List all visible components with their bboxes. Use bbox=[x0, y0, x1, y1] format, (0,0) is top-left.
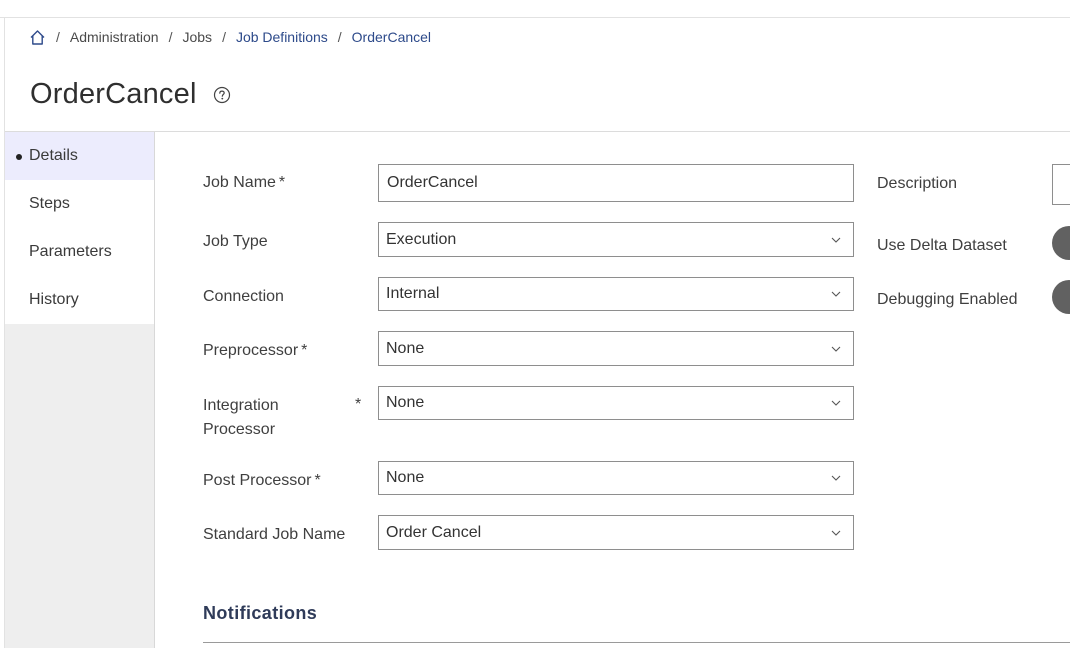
use-delta-dataset-label: Use Delta Dataset bbox=[877, 237, 1007, 254]
standard-job-name-select[interactable]: Order Cancel bbox=[378, 515, 854, 550]
sidebar-item-parameters[interactable]: Parameters bbox=[5, 228, 154, 276]
sidebar-item-history[interactable]: History bbox=[5, 276, 154, 324]
breadcrumb: / Administration / Jobs / Job Definition… bbox=[29, 27, 431, 47]
sidebar-item-steps[interactable]: Steps bbox=[5, 180, 154, 228]
chevron-down-icon bbox=[831, 291, 841, 297]
notifications-heading: Notifications bbox=[203, 603, 318, 623]
breadcrumb-job-definitions[interactable]: Job Definitions bbox=[236, 29, 328, 45]
chevron-down-icon bbox=[831, 530, 841, 536]
integration-processor-label-line2: Processor bbox=[203, 421, 276, 438]
breadcrumb-administration[interactable]: Administration bbox=[70, 29, 159, 45]
job-name-label: Job Name * bbox=[203, 174, 285, 192]
description-field[interactable] bbox=[1052, 164, 1070, 205]
header-divider bbox=[5, 131, 1070, 132]
chevron-down-icon bbox=[831, 475, 841, 481]
post-processor-label: Post Processor * bbox=[203, 472, 321, 490]
description-label: Description bbox=[877, 175, 958, 192]
required-marker: * bbox=[278, 174, 286, 191]
sidebar-item-details[interactable]: Details bbox=[5, 132, 154, 180]
sidebar: Details Steps Parameters History bbox=[5, 132, 155, 648]
connection-select[interactable]: Internal bbox=[378, 277, 854, 311]
post-processor-value: None bbox=[386, 469, 425, 486]
chevron-down-icon bbox=[831, 346, 841, 352]
chevron-down-icon bbox=[831, 400, 841, 406]
debugging-enabled-toggle[interactable] bbox=[1052, 280, 1070, 314]
breadcrumb-jobs[interactable]: Jobs bbox=[182, 29, 212, 45]
breadcrumb-separator: / bbox=[56, 29, 60, 45]
breadcrumb-separator: / bbox=[222, 29, 226, 45]
job-type-value: Execution bbox=[386, 230, 457, 248]
required-marker: * bbox=[314, 472, 321, 489]
use-delta-dataset-toggle[interactable] bbox=[1052, 226, 1070, 260]
required-marker: * bbox=[301, 342, 308, 359]
help-icon[interactable] bbox=[213, 86, 231, 104]
preprocessor-select[interactable]: None bbox=[378, 331, 854, 366]
job-type-label: Job Type bbox=[203, 233, 268, 250]
sidebar-item-label: History bbox=[29, 291, 79, 308]
job-type-select[interactable]: Execution bbox=[378, 222, 854, 257]
home-icon[interactable] bbox=[29, 29, 46, 46]
sidebar-item-label: Details bbox=[29, 147, 78, 164]
debugging-enabled-label: Debugging Enabled bbox=[877, 291, 1018, 308]
preprocessor-label: Preprocessor * bbox=[203, 342, 307, 360]
top-border bbox=[0, 17, 1070, 18]
connection-value: Internal bbox=[386, 285, 440, 302]
preprocessor-value: None bbox=[386, 339, 425, 357]
post-processor-label-text: Post Processor bbox=[203, 472, 312, 489]
breadcrumb-separator: / bbox=[168, 29, 173, 45]
job-name-label-text: Job Name bbox=[203, 174, 276, 191]
active-indicator-icon bbox=[16, 154, 22, 160]
breadcrumb-separator: / bbox=[337, 29, 342, 45]
breadcrumb-current: OrderCancel bbox=[351, 29, 432, 45]
sidebar-item-label: Parameters bbox=[29, 243, 112, 260]
connection-label: Connection bbox=[203, 288, 284, 305]
standard-job-name-label: Standard Job Name bbox=[203, 526, 346, 543]
preprocessor-label-text: Preprocessor bbox=[203, 342, 299, 359]
sidebar-item-label: Steps bbox=[29, 195, 70, 212]
integration-processor-label: Integration bbox=[203, 397, 279, 414]
post-processor-select[interactable]: None bbox=[378, 461, 854, 495]
chevron-down-icon bbox=[831, 237, 841, 243]
job-name-field[interactable]: OrderCancel bbox=[378, 164, 854, 202]
page-title-text: OrderCancel bbox=[30, 78, 197, 110]
page-title: OrderCancel bbox=[30, 78, 231, 111]
job-name-value: OrderCancel bbox=[387, 174, 478, 191]
integration-processor-value: None bbox=[386, 394, 425, 411]
required-marker: * bbox=[355, 396, 362, 413]
notifications-divider bbox=[203, 642, 1070, 643]
standard-job-name-value: Order Cancel bbox=[386, 523, 482, 541]
integration-processor-select[interactable]: None bbox=[378, 386, 854, 420]
